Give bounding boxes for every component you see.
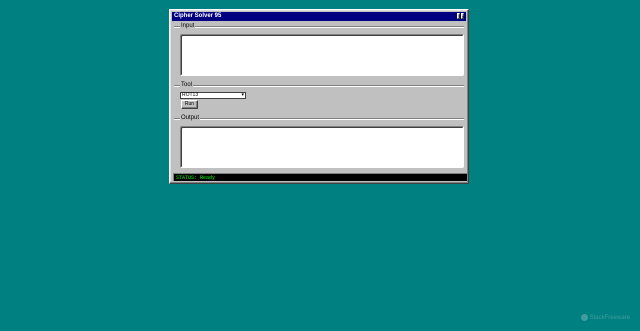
chevron-down-icon: ▾	[241, 92, 244, 98]
title-bar[interactable]: Cipher Solver 95 ? ×	[172, 12, 466, 21]
app-window: Cipher Solver 95 ? × Input Tool ROT13 ▾ …	[169, 9, 469, 184]
input-textarea[interactable]	[180, 34, 464, 76]
window-controls: ? ×	[457, 13, 464, 20]
watermark: StackFreeware	[580, 314, 630, 321]
tool-select-value: ROT13	[182, 92, 199, 98]
watermark-text: StackFreeware	[589, 314, 630, 321]
close-button[interactable]: ×	[461, 13, 464, 19]
output-group: Output	[174, 114, 464, 172]
tool-group: Tool ROT13 ▾ Run	[174, 81, 464, 114]
output-textarea[interactable]	[180, 126, 464, 168]
tool-select[interactable]: ROT13 ▾	[180, 92, 246, 99]
tool-legend: Tool	[180, 81, 194, 89]
desktop: Cipher Solver 95 ? × Input Tool ROT13 ▾ …	[0, 0, 640, 331]
output-legend: Output	[180, 114, 201, 122]
input-group: Input	[174, 22, 464, 80]
logo-icon	[580, 314, 588, 321]
run-button[interactable]: Run	[181, 100, 198, 109]
status-bar: STATUS: Ready	[173, 173, 467, 181]
window-title: Cipher Solver 95	[174, 13, 222, 19]
help-button[interactable]: ?	[457, 13, 460, 19]
input-legend: Input	[180, 22, 196, 30]
